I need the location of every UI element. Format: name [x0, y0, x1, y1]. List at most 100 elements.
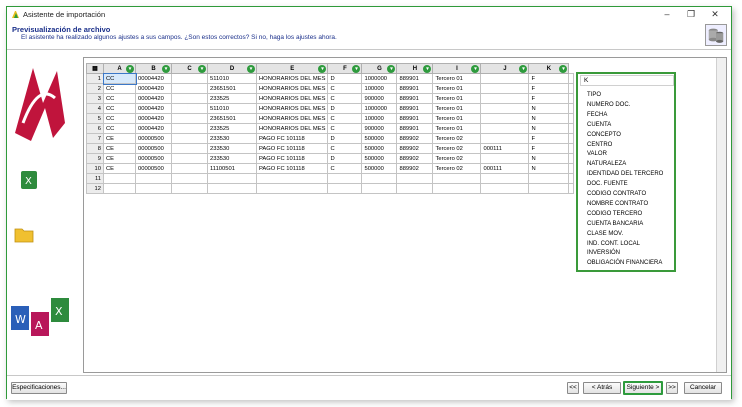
table-cell[interactable]: CC [102, 72, 137, 85]
column-header[interactable]: D ▾ [207, 63, 257, 74]
table-cell[interactable]: CC [103, 123, 136, 134]
table-cell[interactable]: HONORARIOS DEL MES [255, 103, 329, 114]
dropdown-option[interactable]: CONCEPTO [587, 132, 621, 138]
minimize-icon[interactable]: – [657, 8, 677, 20]
column-header[interactable]: C ▾ [171, 63, 208, 74]
row-number[interactable]: 10 [86, 163, 104, 174]
table-cell[interactable] [396, 183, 434, 194]
table-cell[interactable]: 1000000 [361, 73, 398, 84]
column-header[interactable]: G ▾ [361, 63, 398, 74]
table-cell[interactable]: 889901 [396, 73, 434, 84]
column-dropdown-icon[interactable]: ▾ [126, 65, 134, 73]
next-button[interactable]: Siguiente > [623, 381, 663, 395]
table-cell[interactable]: PAGO FC 101118 [255, 133, 329, 144]
table-cell[interactable] [171, 163, 208, 174]
table-cell[interactable]: CC [103, 93, 136, 104]
table-cell[interactable]: 500000 [361, 163, 398, 174]
row-number[interactable]: 6 [86, 123, 104, 134]
specifications-button[interactable]: Especificaciones... [11, 382, 67, 394]
table-cell[interactable]: 511010 [207, 103, 257, 114]
table-cell[interactable] [207, 173, 257, 184]
column-dropdown-icon[interactable]: ▾ [318, 65, 327, 73]
table-cell[interactable]: 233525 [207, 123, 257, 134]
table-cell[interactable] [135, 173, 172, 184]
dropdown-option[interactable]: TIPO [587, 92, 601, 98]
back-button[interactable]: < Atrás [583, 382, 621, 394]
table-cell[interactable] [171, 143, 208, 154]
table-cell[interactable] [327, 183, 363, 194]
table-cell[interactable]: 00004420 [135, 123, 172, 134]
table-cell[interactable]: Tercero 01 [432, 93, 482, 104]
table-cell[interactable]: N [528, 103, 570, 114]
dropdown-option[interactable]: DOC. FUENTE [587, 181, 628, 187]
table-cell[interactable] [432, 173, 482, 184]
table-cell[interactable]: C [327, 113, 363, 124]
table-cell[interactable] [480, 93, 530, 104]
table-cell[interactable]: 00000500 [135, 143, 172, 154]
table-cell[interactable]: HONORARIOS DEL MES [255, 123, 329, 134]
table-cell[interactable]: D [327, 73, 363, 84]
table-cell[interactable] [207, 183, 257, 194]
table-cell[interactable] [171, 73, 208, 84]
table-cell[interactable] [327, 173, 363, 184]
table-cell[interactable]: D [327, 103, 363, 114]
table-cell[interactable]: 00004420 [135, 73, 172, 84]
table-cell[interactable]: 00004420 [135, 93, 172, 104]
dropdown-option[interactable]: INVERSIÓN [587, 250, 620, 256]
table-cell[interactable]: PAGO FC 101118 [255, 143, 329, 154]
grid-corner-icon[interactable]: ▦ [86, 63, 104, 74]
column-header[interactable]: K ▾ [528, 63, 570, 74]
table-cell[interactable]: 889902 [396, 133, 434, 144]
table-cell[interactable] [135, 183, 172, 194]
row-number[interactable]: 9 [86, 153, 104, 164]
close-icon[interactable]: ✕ [705, 8, 725, 20]
column-dropdown-icon[interactable]: ▾ [247, 65, 255, 73]
table-cell[interactable]: 889902 [396, 143, 434, 154]
table-cell[interactable] [171, 83, 208, 94]
table-cell[interactable]: D [327, 153, 363, 164]
table-cell[interactable]: 11100501 [207, 163, 257, 174]
table-cell[interactable]: 233530 [207, 153, 257, 164]
table-cell[interactable]: 889901 [396, 113, 434, 124]
vertical-scrollbar[interactable] [716, 58, 726, 372]
table-cell[interactable]: 000111 [480, 163, 530, 174]
table-cell[interactable] [103, 183, 136, 194]
last-page-button[interactable]: >> [666, 382, 678, 394]
table-cell[interactable]: CE [103, 153, 136, 164]
table-cell[interactable]: Tercero 02 [432, 143, 482, 154]
row-number[interactable]: 7 [86, 133, 104, 144]
column-dropdown-icon[interactable]: ▾ [423, 65, 432, 73]
dropdown-option[interactable]: OBLIGACIÓN FINANCIERA [587, 260, 662, 266]
maximize-icon[interactable]: ❐ [681, 8, 701, 20]
table-cell[interactable]: HONORARIOS DEL MES [255, 93, 329, 104]
table-cell[interactable]: PAGO FC 101118 [255, 163, 329, 174]
table-cell[interactable]: 00000500 [135, 153, 172, 164]
table-cell[interactable] [171, 173, 208, 184]
cancel-button[interactable]: Cancelar [684, 382, 722, 394]
table-cell[interactable]: C [327, 83, 363, 94]
column-dropdown-icon[interactable]: ▾ [471, 65, 480, 73]
table-cell[interactable]: 23651501 [207, 113, 257, 124]
table-cell[interactable]: N [528, 113, 570, 124]
dropdown-option[interactable]: CODIGO CONTRATO [587, 191, 646, 197]
first-page-button[interactable]: << [567, 382, 579, 394]
table-cell[interactable]: N [528, 123, 570, 134]
table-cell[interactable]: F [528, 83, 570, 94]
table-cell[interactable]: 1000000 [361, 103, 398, 114]
table-cell[interactable]: 889901 [396, 103, 434, 114]
row-number[interactable]: 3 [86, 93, 104, 104]
table-cell[interactable]: CE [103, 133, 136, 144]
table-cell[interactable]: N [528, 153, 570, 164]
table-cell[interactable]: 00004420 [135, 113, 172, 124]
dropdown-selected-value[interactable]: K [580, 75, 674, 86]
table-cell[interactable]: 889902 [396, 163, 434, 174]
table-cell[interactable]: Tercero 01 [432, 73, 482, 84]
table-cell[interactable]: 233525 [207, 93, 257, 104]
table-cell[interactable]: HONORARIOS DEL MES [255, 73, 329, 84]
table-cell[interactable]: HONORARIOS DEL MES [255, 83, 329, 94]
row-number[interactable]: 1 [86, 73, 104, 84]
table-cell[interactable] [480, 73, 530, 84]
dropdown-option[interactable]: CODIGO TERCERO [587, 211, 642, 217]
dropdown-option[interactable]: NATURALEZA [587, 161, 626, 167]
table-cell[interactable] [171, 93, 208, 104]
